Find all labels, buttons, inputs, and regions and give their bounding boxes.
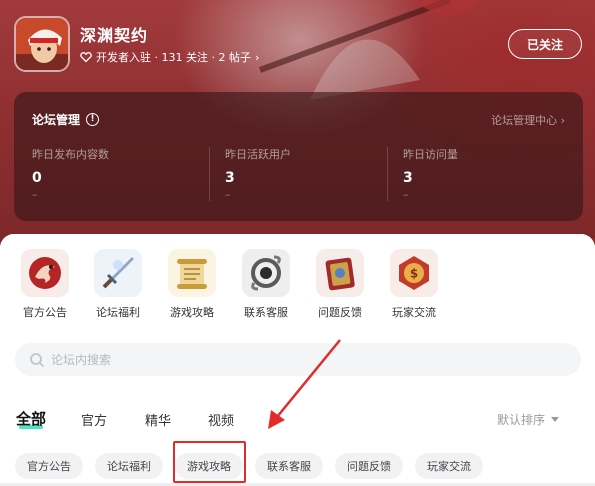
category-label: 游戏攻略 xyxy=(170,306,214,319)
stat-delta: – xyxy=(32,188,38,201)
stat-active-users: 昨日活跃用户 3 – xyxy=(225,146,395,204)
stat-posts: 昨日发布内容数 0 – xyxy=(32,146,202,204)
admin-center-link[interactable]: 论坛管理中心 › xyxy=(491,112,565,128)
stat-value: 0 xyxy=(32,170,42,186)
stat-label: 昨日访问量 xyxy=(403,148,458,161)
sort-dropdown[interactable]: 默认排序 xyxy=(497,411,560,428)
stat-value: 3 xyxy=(225,170,235,186)
category-label: 问题反馈 xyxy=(318,306,362,319)
filter-chip-forum-benefits[interactable]: 论坛福利 xyxy=(95,453,163,479)
admin-title: 论坛管理 xyxy=(32,113,81,127)
spellbook-icon xyxy=(316,249,364,297)
category-game-guide[interactable]: 游戏攻略 xyxy=(162,249,222,320)
stat-label: 昨日活跃用户 xyxy=(225,148,291,161)
filter-chip-customer-service[interactable]: 联系客服 xyxy=(255,453,323,479)
annotation-highlight-box xyxy=(173,441,246,483)
category-feedback[interactable]: 问题反馈 xyxy=(310,249,370,320)
stat-delta: – xyxy=(403,188,409,201)
game-meta-text: 开发者入驻 · 131 关注 · 2 帖子 xyxy=(96,51,251,64)
search-icon xyxy=(30,352,45,367)
category-label: 论坛福利 xyxy=(96,306,140,319)
category-player-exchange[interactable]: $ 玩家交流 xyxy=(384,249,444,320)
admin-title-row: 论坛管理 ! xyxy=(32,111,100,128)
stat-label: 昨日发布内容数 xyxy=(32,148,109,161)
game-meta: 开发者入驻 · 131 关注 · 2 帖子 › xyxy=(80,49,259,65)
category-label: 玩家交流 xyxy=(392,306,436,319)
stat-divider xyxy=(387,147,388,201)
tab-featured[interactable]: 精华 xyxy=(145,410,171,429)
stat-value: 3 xyxy=(403,170,413,186)
dragon-emblem-icon xyxy=(21,249,69,297)
caret-down-icon xyxy=(551,417,560,422)
developer-badge-icon xyxy=(80,52,92,63)
sword-icon xyxy=(94,249,142,297)
svg-text:$: $ xyxy=(410,267,418,281)
character-portrait-icon xyxy=(16,18,68,70)
chevron-right-icon[interactable]: › xyxy=(255,51,259,64)
stat-visits: 昨日访问量 3 – xyxy=(403,146,573,204)
category-forum-benefits[interactable]: 论坛福利 xyxy=(88,249,148,320)
info-icon[interactable]: ! xyxy=(86,113,100,126)
tab-video[interactable]: 视频 xyxy=(208,410,234,429)
coin-badge-icon: $ xyxy=(390,249,438,297)
search-placeholder: 论坛内搜索 xyxy=(51,353,112,367)
filter-chip-feedback[interactable]: 问题反馈 xyxy=(335,453,403,479)
stat-delta: – xyxy=(225,188,231,201)
forum-search-input[interactable]: 论坛内搜索 xyxy=(15,343,581,376)
scroll-icon xyxy=(168,249,216,297)
tab-official[interactable]: 官方 xyxy=(81,410,107,429)
category-official-notice[interactable]: 官方公告 xyxy=(15,249,75,320)
chain-badge-icon xyxy=(242,249,290,297)
game-title: 深渊契约 xyxy=(80,26,149,45)
forum-admin-card: 论坛管理 ! 论坛管理中心 › 昨日发布内容数 0 – 昨日活跃用户 3 – 昨… xyxy=(14,92,583,221)
category-label: 官方公告 xyxy=(23,306,67,319)
filter-chip-player-exchange[interactable]: 玩家交流 xyxy=(415,453,483,479)
tab-all[interactable]: 全部 xyxy=(16,408,46,429)
sort-label: 默认排序 xyxy=(497,413,546,427)
stat-divider xyxy=(209,147,210,201)
category-customer-service[interactable]: 联系客服 xyxy=(236,249,296,320)
category-label: 联系客服 xyxy=(244,306,288,319)
filter-chip-official-notice[interactable]: 官方公告 xyxy=(15,453,83,479)
game-icon[interactable] xyxy=(14,16,70,72)
hero-artwork xyxy=(258,0,480,100)
follow-button[interactable]: 已关注 xyxy=(508,29,582,59)
chevron-right-icon: › xyxy=(560,114,565,127)
admin-center-label: 论坛管理中心 xyxy=(491,114,558,127)
